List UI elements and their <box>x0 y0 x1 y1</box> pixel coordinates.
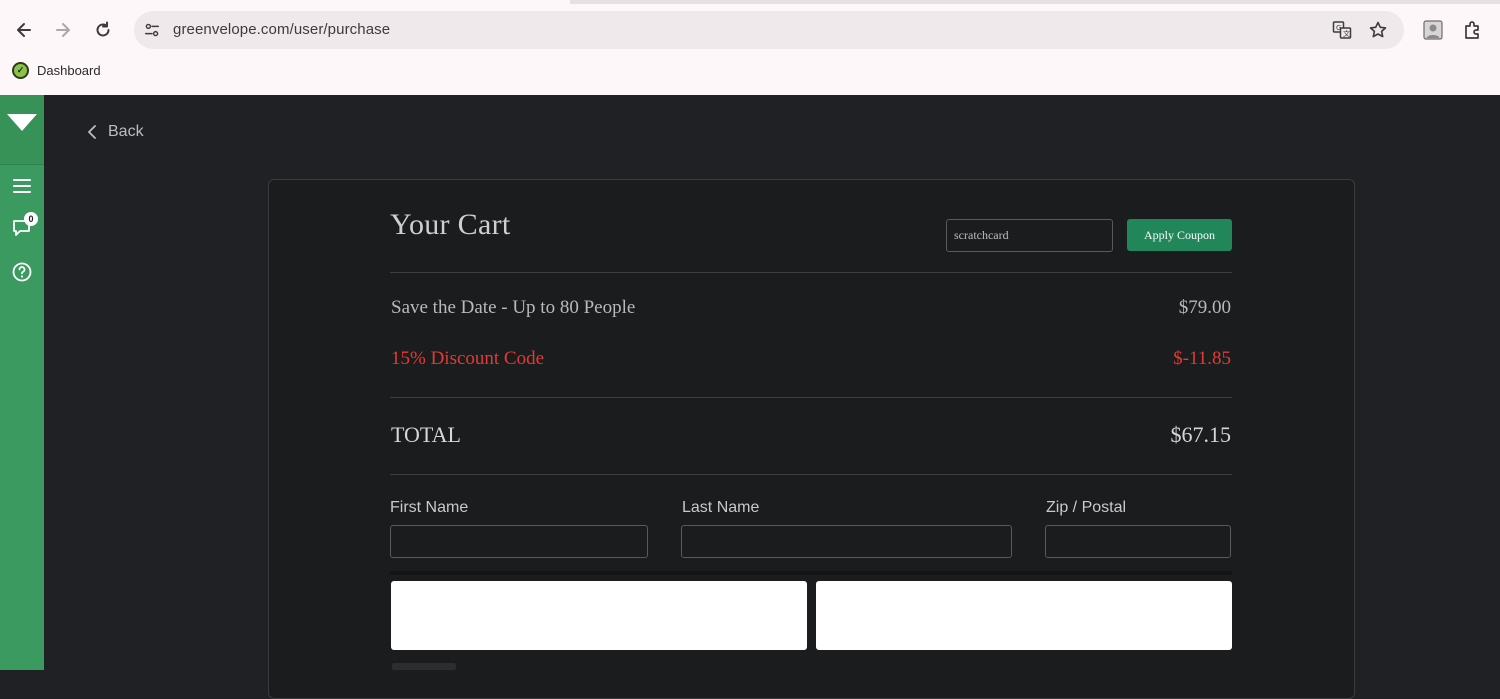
total-label: TOTAL <box>391 422 461 447</box>
chevron-left-icon <box>88 125 96 139</box>
bookmark-dashboard[interactable]: ✓ Dashboard <box>12 62 101 79</box>
divider <box>390 474 1232 475</box>
discount-label: 15% Discount Code <box>391 348 545 369</box>
logo-area[interactable] <box>0 95 44 165</box>
browser-chrome: greenvelope.com/user/purchase G文 ✓ Dashb… <box>0 0 1500 95</box>
greenvelope-logo-icon[interactable] <box>7 114 37 131</box>
divider <box>390 397 1232 398</box>
greenvelope-favicon: ✓ <box>12 62 29 79</box>
total-amount: $67.15 <box>1170 422 1232 447</box>
active-tab-edge <box>0 0 570 4</box>
hamburger-menu-icon[interactable] <box>11 175 33 197</box>
arrow-left-icon <box>17 23 31 37</box>
reload-button[interactable] <box>89 16 117 44</box>
divider <box>390 272 1232 273</box>
extensions-puzzle-icon[interactable] <box>1462 19 1484 41</box>
card-number-panel[interactable] <box>391 581 807 650</box>
coupon-code-input[interactable] <box>946 219 1113 252</box>
reload-icon <box>96 21 110 37</box>
site-info-icon[interactable] <box>142 20 162 40</box>
back-nav-button[interactable] <box>10 16 38 44</box>
arrow-right-icon <box>56 23 70 37</box>
translate-icon[interactable]: G文 <box>1332 20 1352 40</box>
payment-row-divider <box>390 571 1232 575</box>
zip-label: Zip / Postal <box>1046 499 1127 516</box>
first-name-field[interactable] <box>390 525 648 558</box>
discount-amount: $-11.85 <box>1173 348 1231 369</box>
bookmark-label: Dashboard <box>37 63 101 78</box>
bookmark-star-icon[interactable] <box>1368 20 1388 40</box>
svg-text:文: 文 <box>1343 29 1350 38</box>
submit-button-partial[interactable] <box>392 663 456 670</box>
back-link[interactable]: Back <box>86 123 144 141</box>
last-name-field[interactable] <box>681 525 1012 558</box>
card-details-panel[interactable] <box>816 581 1232 650</box>
notification-badge: 0 <box>24 212 38 226</box>
profile-icon[interactable] <box>1422 19 1444 41</box>
apply-coupon-button[interactable]: Apply Coupon <box>1127 219 1232 251</box>
back-label: Back <box>108 123 144 140</box>
tab-strip <box>0 0 1500 4</box>
svg-text:G: G <box>1336 24 1341 32</box>
url-text[interactable]: greenvelope.com/user/purchase <box>173 21 390 38</box>
line-item-price: $79.00 <box>1178 297 1231 318</box>
help-icon[interactable] <box>11 261 33 283</box>
forward-nav-button[interactable] <box>49 16 77 44</box>
line-item-label: Save the Date - Up to 80 People <box>391 297 636 318</box>
last-name-label: Last Name <box>682 499 760 516</box>
first-name-label: First Name <box>390 499 469 516</box>
page-title: Your Cart <box>390 208 511 241</box>
zip-field[interactable] <box>1045 525 1231 558</box>
address-bar[interactable]: greenvelope.com/user/purchase G文 <box>134 11 1404 49</box>
